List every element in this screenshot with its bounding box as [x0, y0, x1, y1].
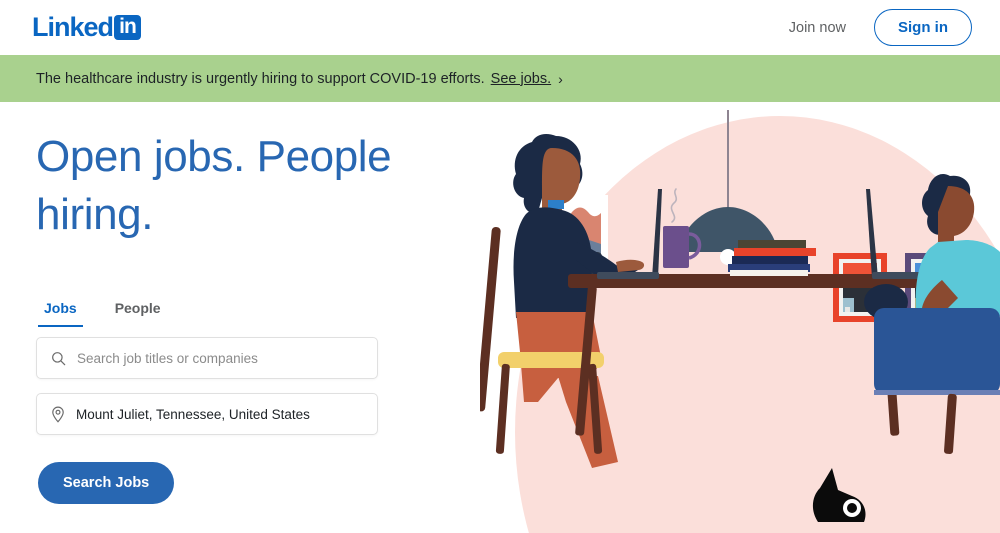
workspace-illustration-svg [480, 110, 1000, 533]
logo-in-badge: in [114, 14, 142, 40]
header-actions: Join now Sign in [779, 9, 972, 46]
page-title: Open jobs. People hiring. [36, 132, 392, 239]
location-input-text: Mount Juliet, Tennessee, United States [76, 406, 310, 422]
search-jobs-button[interactable]: Search Jobs [38, 462, 175, 504]
linkedin-logo[interactable]: Linked in [32, 10, 142, 44]
chevron-right-icon: › [558, 70, 563, 87]
see-jobs-link[interactable]: See jobs. [491, 71, 551, 87]
logo-wordmark: Linked [32, 11, 114, 42]
location-pin-icon [52, 405, 64, 423]
tab-jobs[interactable]: Jobs [38, 296, 83, 327]
tab-people[interactable]: People [109, 296, 167, 327]
join-now-button[interactable]: Join now [779, 12, 856, 44]
hero-illustration [480, 102, 1000, 533]
job-search-input-text: Search job titles or companies [77, 350, 258, 366]
book-stack [728, 240, 816, 276]
covid-announcement-banner: The healthcare industry is urgently hiri… [0, 55, 1000, 102]
job-search-field[interactable]: Search job titles or companies [36, 337, 378, 379]
banner-message: The healthcare industry is urgently hiri… [36, 70, 485, 87]
linkedin-jobs-page: Linked in Join now Sign in The healthcar… [0, 0, 1000, 533]
search-type-tabs: Jobs People [38, 296, 167, 327]
search-icon [52, 351, 66, 365]
hero-section: Open jobs. People hiring. [36, 128, 506, 244]
sign-in-button[interactable]: Sign in [874, 9, 972, 46]
site-header: Linked in Join now Sign in [0, 0, 1000, 55]
location-field[interactable]: Mount Juliet, Tennessee, United States [36, 393, 378, 435]
banner-content: The healthcare industry is urgently hiri… [36, 71, 563, 87]
